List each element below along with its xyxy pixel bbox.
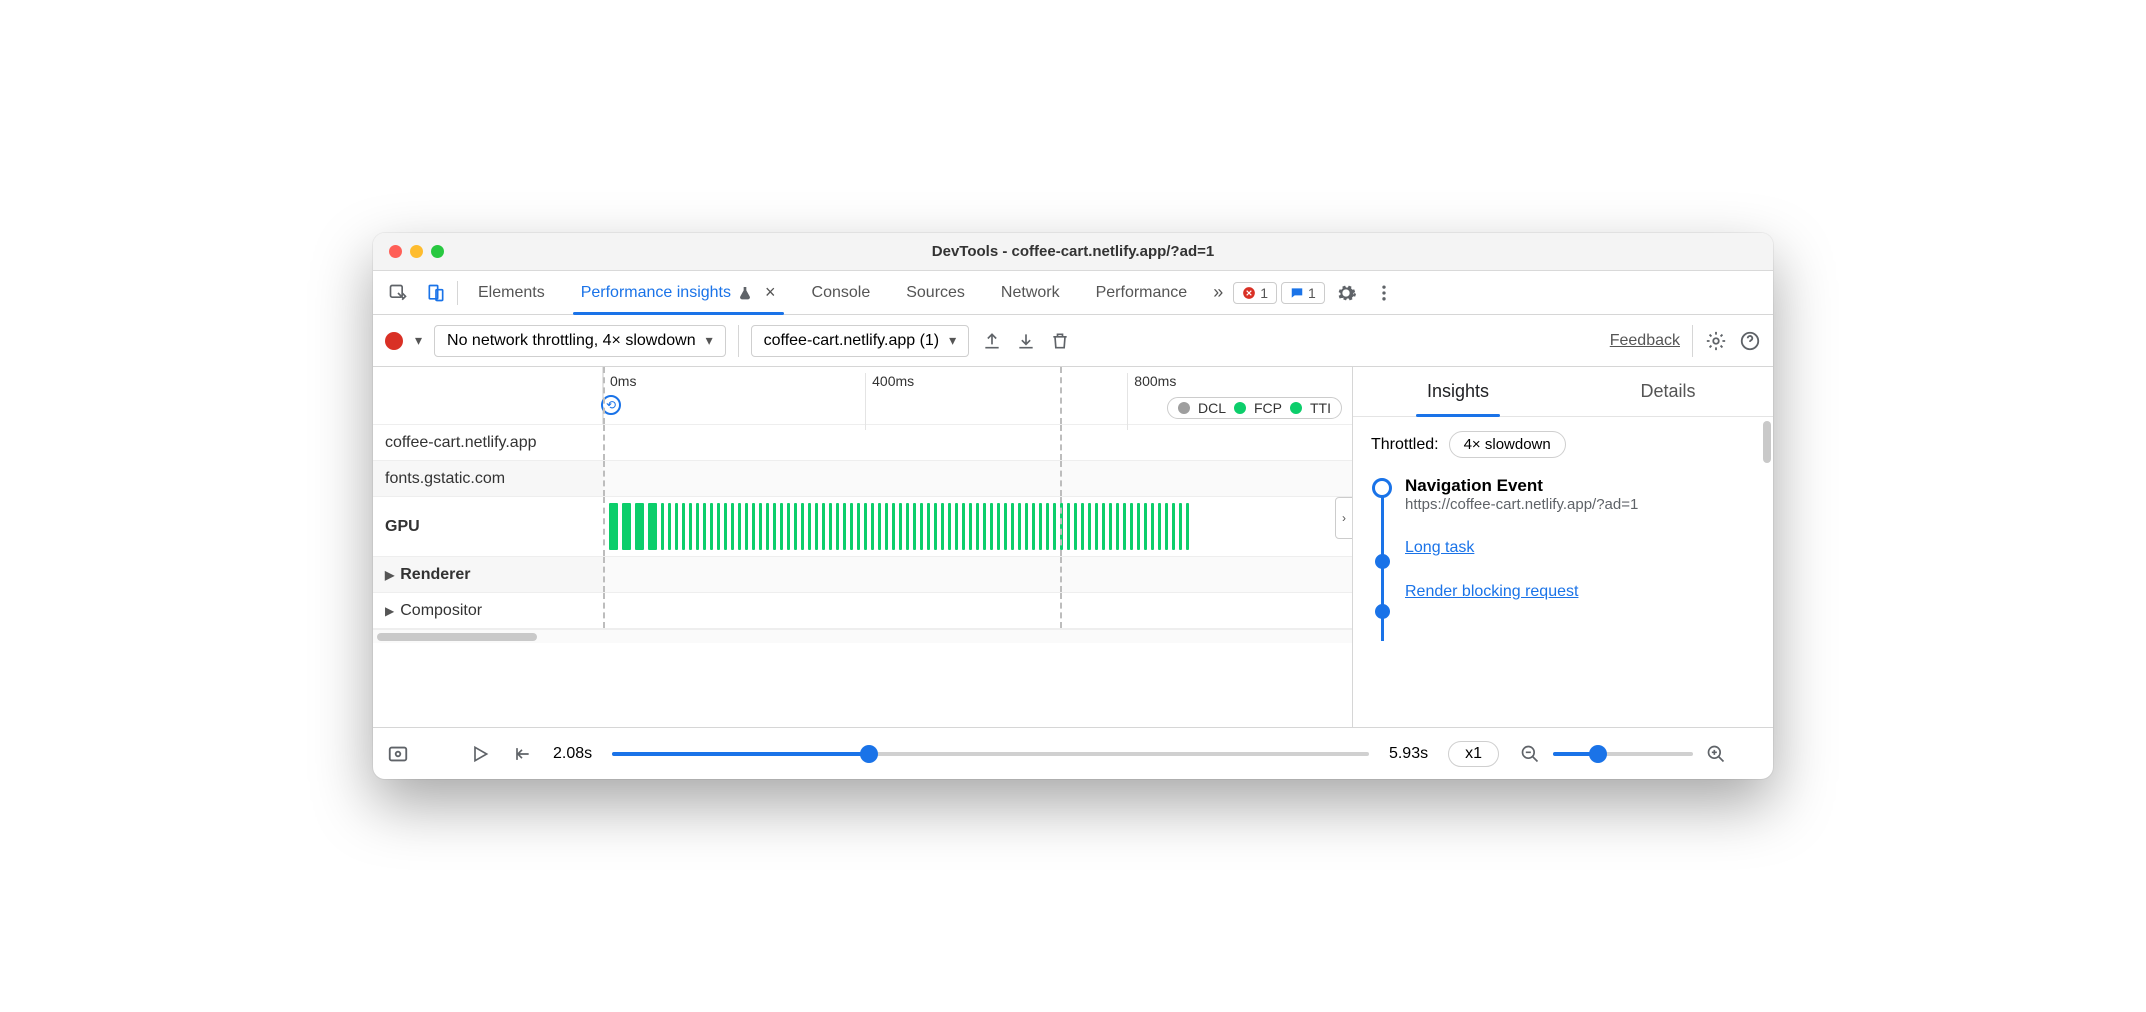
tab-elements[interactable]: Elements <box>462 271 561 314</box>
record-menu-caret[interactable] <box>415 332 422 350</box>
tti-dot <box>1290 402 1302 414</box>
devtools-window: DevTools - coffee-cart.netlify.app/?ad=1… <box>373 233 1773 779</box>
fcp-dot <box>1234 402 1246 414</box>
horizontal-scrollbar[interactable] <box>373 629 1352 643</box>
settings-icon[interactable] <box>1329 276 1363 310</box>
tab-sources[interactable]: Sources <box>890 271 981 314</box>
insights-toolbar: No network throttling, 4× slowdown coffe… <box>373 315 1773 367</box>
feedback-link[interactable]: Feedback <box>1610 332 1680 350</box>
maximize-window-button[interactable] <box>431 245 444 258</box>
separator <box>1692 325 1693 357</box>
event-node-icon <box>1375 554 1390 569</box>
chevron-down-icon <box>706 332 713 350</box>
zoom-out-icon[interactable] <box>1519 743 1541 765</box>
playhead-slider[interactable] <box>612 752 1369 756</box>
network-track-1[interactable]: coffee-cart.netlify.app <box>373 425 1352 461</box>
event-node-icon <box>1372 478 1392 498</box>
delete-icon[interactable] <box>1049 330 1071 352</box>
gpu-activity-bars <box>609 503 1346 550</box>
tab-performance[interactable]: Performance <box>1080 271 1204 314</box>
device-toolbar-icon[interactable] <box>419 276 453 310</box>
throttled-row: Throttled: 4× slowdown <box>1371 431 1755 458</box>
throttle-chip[interactable]: 4× slowdown <box>1449 431 1566 458</box>
metrics-legend[interactable]: DCL FCP TTI <box>1167 397 1342 419</box>
panel-tabstrip: Elements Performance insights × Console … <box>373 271 1773 315</box>
tab-console[interactable]: Console <box>796 271 887 314</box>
import-icon[interactable] <box>1015 330 1037 352</box>
preview-toggle-icon[interactable] <box>387 743 409 765</box>
close-window-button[interactable] <box>389 245 402 258</box>
more-tabs-button[interactable]: » <box>1207 282 1229 303</box>
tab-performance-insights[interactable]: Performance insights × <box>565 271 792 314</box>
recording-select[interactable]: coffee-cart.netlify.app (1) <box>751 325 970 357</box>
close-tab-icon[interactable]: × <box>759 282 776 303</box>
sidebar-tabs: Insights Details <box>1353 367 1773 417</box>
tab-network[interactable]: Network <box>985 271 1076 314</box>
export-icon[interactable] <box>981 330 1003 352</box>
main-area: 0ms 400ms 800ms ⟲ DCL FCP TTI coffee-car… <box>373 367 1773 727</box>
flask-icon <box>737 285 753 301</box>
minimize-window-button[interactable] <box>410 245 423 258</box>
panel-settings-icon[interactable] <box>1705 330 1727 352</box>
play-icon[interactable] <box>469 743 491 765</box>
traffic-lights <box>373 245 444 258</box>
gpu-track[interactable]: GPU <box>373 497 1352 557</box>
errors-badge[interactable]: 1 <box>1233 282 1277 304</box>
playback-speed[interactable]: x1 <box>1448 741 1499 767</box>
kebab-menu-icon[interactable] <box>1367 276 1401 310</box>
event-navigation[interactable]: Navigation Event https://coffee-cart.net… <box>1405 476 1755 513</box>
sidebar-expand-handle[interactable]: › <box>1335 497 1353 539</box>
throttling-select[interactable]: No network throttling, 4× slowdown <box>434 325 726 357</box>
playhead-start-time: 2.08s <box>553 745 592 763</box>
event-timeline: Navigation Event https://coffee-cart.net… <box>1371 476 1755 601</box>
timeline-panel: 0ms 400ms 800ms ⟲ DCL FCP TTI coffee-car… <box>373 367 1353 727</box>
messages-badge[interactable]: 1 <box>1281 282 1325 304</box>
vertical-scrollbar[interactable] <box>1763 421 1771 463</box>
zoom-slider[interactable] <box>1553 752 1693 756</box>
event-node-icon <box>1375 604 1390 619</box>
zoom-in-icon[interactable] <box>1705 743 1727 765</box>
playhead-end-time: 5.93s <box>1389 745 1428 763</box>
tick-1: 400ms <box>865 373 914 430</box>
separator <box>457 281 458 305</box>
network-track-2[interactable]: fonts.gstatic.com <box>373 461 1352 497</box>
playback-footer: 2.08s 5.93s x1 <box>373 727 1773 779</box>
tab-details[interactable]: Details <box>1563 367 1773 416</box>
help-icon[interactable] <box>1739 330 1761 352</box>
event-long-task[interactable]: Long task <box>1405 539 1755 557</box>
window-title: DevTools - coffee-cart.netlify.app/?ad=1 <box>373 243 1773 260</box>
chevron-down-icon <box>949 332 956 350</box>
record-button[interactable] <box>385 332 403 350</box>
disclosure-triangle-icon[interactable]: ▶ <box>385 568 394 582</box>
time-ruler[interactable]: 0ms 400ms 800ms ⟲ DCL FCP TTI <box>373 367 1352 425</box>
dcl-dot <box>1178 402 1190 414</box>
event-render-blocking[interactable]: Render blocking request <box>1405 583 1755 601</box>
insights-sidebar: Insights Details Throttled: 4× slowdown … <box>1353 367 1773 727</box>
separator <box>738 325 739 357</box>
disclosure-triangle-icon[interactable]: ▶ <box>385 604 394 618</box>
renderer-track[interactable]: ▶Renderer <box>373 557 1352 593</box>
inspect-element-icon[interactable] <box>381 276 415 310</box>
zoom-controls <box>1519 743 1759 765</box>
compositor-track[interactable]: ▶Compositor <box>373 593 1352 629</box>
window-titlebar: DevTools - coffee-cart.netlify.app/?ad=1 <box>373 233 1773 271</box>
skip-back-icon[interactable] <box>511 743 533 765</box>
tab-insights[interactable]: Insights <box>1353 367 1563 416</box>
